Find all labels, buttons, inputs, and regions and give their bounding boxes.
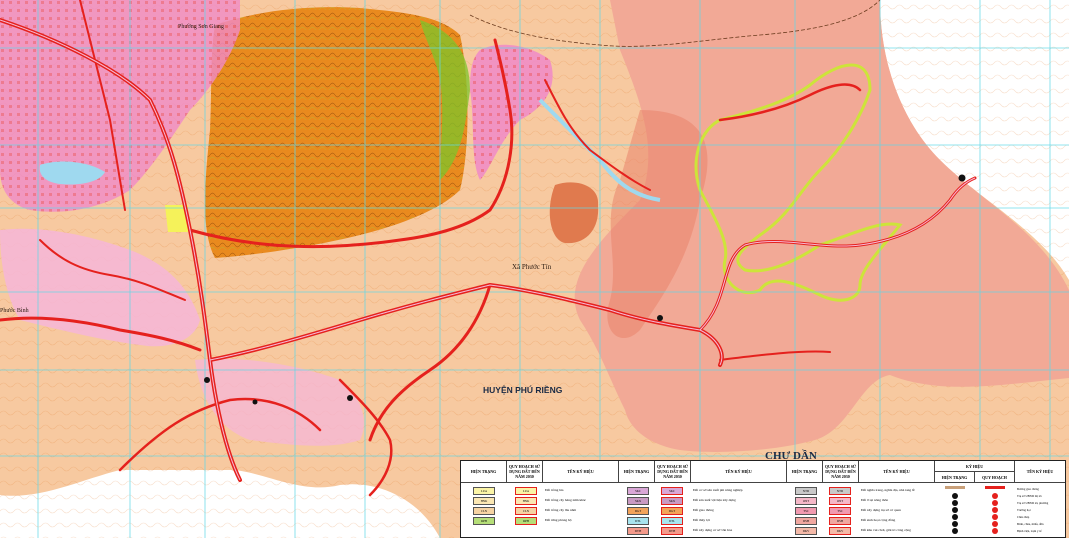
hospital-icon	[992, 528, 998, 534]
legend-swatch-current: HNK	[473, 497, 495, 505]
legend-swatch-current: DKV	[795, 527, 817, 535]
pagoda-icon	[992, 514, 998, 520]
legend-item-label: Đất trồng cây lâu năm	[545, 508, 577, 512]
legend-symbol-label: Trụ sở UBND thị xã	[1017, 494, 1042, 498]
temple-icon	[992, 521, 998, 527]
commune-hall-icon	[992, 500, 998, 506]
legend-header-name-2: TÊN KÝ HIỆU	[691, 461, 787, 483]
road-line-icon	[945, 486, 965, 489]
map-legend: HIỆN TRẠNG QUY HOẠCH SỬ DỤNG ĐẤT ĐẾN NĂM…	[460, 460, 1066, 538]
legend-swatch-current: LUA	[473, 487, 495, 495]
hospital-icon	[952, 528, 958, 534]
legend-swatch-plan: CLN	[515, 507, 537, 515]
legend-header-current-3: HIỆN TRẠNG	[787, 461, 823, 483]
legend-symbol-label: Đình, chùa, miếu, đền	[1017, 522, 1044, 526]
legend-item-label: Đất nghĩa trang, nghĩa địa, nhà tang lễ	[861, 488, 915, 492]
land-use-map: Phường Sơn Giang Xã Phước Tín Phước Bình…	[0, 0, 1069, 538]
legend-swatch-plan: LUA	[515, 487, 537, 495]
legend-swatch-current: CLN	[473, 507, 495, 515]
legend-header-plan-1: QUY HOẠCH SỬ DỤNG ĐẤT ĐẾN NĂM 2030	[507, 461, 543, 483]
legend-item-label: Đất giao thông	[693, 508, 714, 512]
legend-header-name-4: TÊN KÝ HIỆU	[1015, 461, 1065, 483]
road-line-icon	[985, 486, 1005, 489]
legend-swatch-current: SKC	[627, 487, 649, 495]
legend-header-plan-2: QUY HOẠCH SỬ DỤNG ĐẤT ĐẾN NĂM 2030	[655, 461, 691, 483]
legend-swatch-plan: SKC	[661, 487, 683, 495]
legend-header-symbol-group: KÝ HIỆU	[935, 461, 1015, 472]
legend-swatch-current: SKX	[627, 497, 649, 505]
legend-swatch-current: TSC	[795, 507, 817, 515]
label-phu-rieng: HUYỆN PHÚ RIỀNG	[483, 385, 563, 395]
legend-item-label: Đất xây dựng trụ sở cơ quan	[861, 508, 901, 512]
school-icon	[952, 507, 958, 513]
commune-hall-icon	[952, 500, 958, 506]
city-hall-icon	[992, 493, 998, 499]
legend-header-name-3: TÊN KÝ HIỆU	[859, 461, 935, 483]
legend-header-symbol-current: HIỆN TRẠNG	[935, 472, 975, 483]
legend-swatch-plan: TSC	[829, 507, 851, 515]
legend-header-name-1: TÊN KÝ HIỆU	[543, 461, 619, 483]
legend-swatch-current: DVH	[627, 527, 649, 535]
legend-item-label: Đất rừng phòng hộ	[545, 518, 572, 522]
legend-symbol-label: Trụ sở UBND xã, phường	[1017, 501, 1049, 505]
legend-header-current-2: HIỆN TRẠNG	[619, 461, 655, 483]
legend-symbol-label: Chùa tháp	[1017, 515, 1030, 519]
legend-item-label: Đất khu vui chơi, giải trí công cộng	[861, 528, 911, 532]
legend-item-label: Đất trồng lúa	[545, 488, 564, 492]
legend-swatch-plan: NTD	[829, 487, 851, 495]
pagoda-icon	[952, 514, 958, 520]
legend-item-label: Đất ở tại nông thôn	[861, 498, 889, 502]
legend-symbol-label: Bệnh viện, trạm y tế	[1017, 529, 1042, 533]
legend-item-label: Đất cơ sở sản xuất phi nông nghiệp	[693, 488, 743, 492]
legend-item-label: Đất trồng cây hàng năm khác	[545, 498, 587, 502]
legend-item-label: Đất xây dựng cơ sở văn hóa	[693, 528, 733, 532]
legend-symbol-label: Đường giao thông	[1017, 487, 1039, 491]
legend-swatch-current: RPH	[473, 517, 495, 525]
legend-swatch-plan: DKV	[829, 527, 851, 535]
legend-header-current-1: HIỆN TRẠNG	[461, 461, 507, 483]
legend-swatch-current: DSH	[795, 517, 817, 525]
legend-item-label: Đất thủy lợi	[693, 518, 710, 522]
legend-swatch-plan: HNK	[515, 497, 537, 505]
legend-swatch-plan: DVH	[661, 527, 683, 535]
legend-swatch-plan: RPH	[515, 517, 537, 525]
legend-swatch-current: DTL	[627, 517, 649, 525]
legend-swatch-plan: DGT	[661, 507, 683, 515]
legend-swatch-plan: DSH	[829, 517, 851, 525]
label-phuoc-binh: Phước Bình	[0, 308, 29, 314]
legend-swatch-current: DGT	[627, 507, 649, 515]
legend-symbol-label: Trường học	[1017, 508, 1032, 512]
city-hall-icon	[952, 493, 958, 499]
legend-swatch-current: ONT	[795, 497, 817, 505]
school-icon	[992, 507, 998, 513]
legend-header-symbol-plan: QUY HOẠCH	[975, 472, 1015, 483]
legend-swatch-current: NTD	[795, 487, 817, 495]
label-son-giang: Phường Sơn Giang	[178, 24, 224, 30]
legend-swatch-plan: DTL	[661, 517, 683, 525]
legend-item-label: Đất sản xuất vật liệu xây dựng	[693, 498, 736, 502]
legend-swatch-plan: ONT	[829, 497, 851, 505]
label-phuoc-tin: Xã Phước Tín	[512, 263, 552, 271]
temple-icon	[952, 521, 958, 527]
legend-swatch-plan: SKX	[661, 497, 683, 505]
legend-item-label: Đất sinh hoạt cộng đồng	[861, 518, 896, 522]
legend-header-plan-3: QUY HOẠCH SỬ DỤNG ĐẤT ĐẾN NĂM 2030	[823, 461, 859, 483]
